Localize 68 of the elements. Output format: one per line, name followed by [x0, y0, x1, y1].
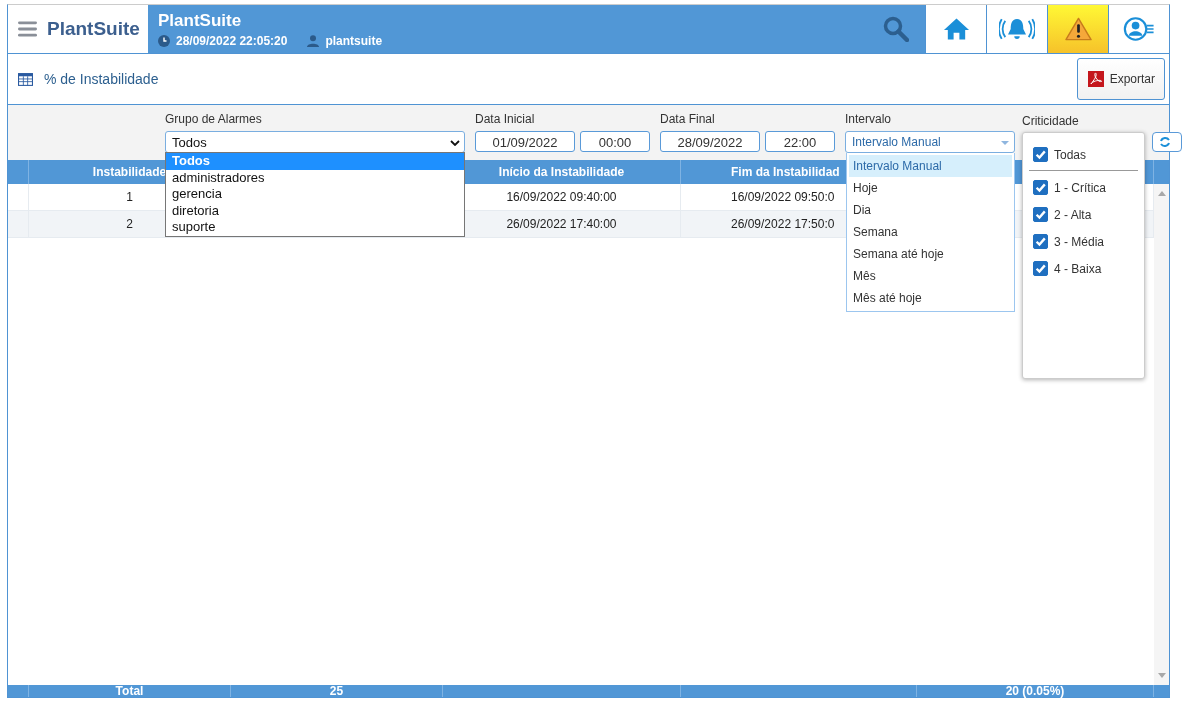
refresh-icon [1159, 136, 1171, 148]
dropdown-option[interactable]: Mês [849, 265, 1012, 287]
pdf-icon [1087, 71, 1104, 87]
search-icon[interactable] [883, 16, 909, 42]
chevron-down-icon [450, 140, 460, 146]
field-label: Criticidade [1022, 113, 1079, 128]
table-cell: 16/09/2022 09:50:0 [731, 190, 835, 204]
field-label: Data Inicial [475, 112, 536, 126]
warning-icon [1064, 17, 1092, 41]
user-icon [307, 34, 320, 47]
ringing-bell-icon [999, 17, 1035, 41]
column-header: Fim da Instabilidad [731, 165, 840, 179]
menu-icon[interactable] [18, 21, 37, 37]
user-list-icon [1121, 17, 1157, 41]
checkbox-label: 3 - Média [1054, 234, 1105, 249]
scroll-down-icon[interactable] [1157, 673, 1166, 678]
checkbox-label: 4 - Baixa [1054, 261, 1102, 276]
checkbox[interactable] [1033, 261, 1048, 276]
checkbox[interactable] [1033, 147, 1048, 162]
footer-cell: 25 [329, 685, 344, 697]
column-header: Instabilidade [92, 165, 167, 179]
table-cell: 26/09/2022 17:40:00 [506, 217, 617, 231]
caret-icon [1001, 141, 1009, 145]
field-label: Grupo de Alarmes [165, 112, 263, 126]
export-button[interactable]: Exportar [1076, 58, 1165, 100]
scroll-up-icon[interactable] [1157, 191, 1166, 196]
dropdown-option[interactable]: diretoria [166, 202, 464, 219]
home-icon [942, 17, 970, 41]
scrollbar[interactable] [1154, 184, 1169, 685]
date-field[interactable]: 28/09/2022 [660, 131, 760, 152]
checkbox-label: 2 - Alta [1054, 207, 1092, 222]
dropdown-option[interactable]: Hoje [849, 177, 1012, 199]
nav-button[interactable] [1047, 5, 1108, 53]
interval-select[interactable]: Intervalo Manual [845, 131, 1015, 153]
time-field[interactable]: 00:00 [580, 131, 650, 152]
dropdown-option[interactable]: suporte [166, 219, 464, 236]
clock-icon [158, 34, 170, 47]
dropdown-option[interactable]: gerencia [166, 186, 464, 203]
app-title: PlantSuite [158, 10, 243, 31]
table-icon [18, 72, 33, 86]
page-title: % de Instabilidade [44, 71, 160, 87]
user-name: plantsuite [325, 33, 383, 48]
footer-cell: 20 (0.05%) [1005, 685, 1065, 697]
date-field[interactable]: 01/09/2022 [475, 131, 575, 152]
app-logo: PlantSuite [47, 18, 140, 40]
date-time: 28/09/2022 22:05:20 [176, 33, 288, 48]
checkbox-label: Todas [1054, 147, 1087, 162]
checkbox[interactable] [1033, 207, 1048, 222]
dropdown-option[interactable]: Dia [849, 199, 1012, 221]
table-cell: 1 [126, 190, 133, 204]
alarm-group-select[interactable]: Todos [165, 131, 465, 153]
footer-cell: Total [115, 685, 144, 697]
table-cell: 2 [126, 217, 133, 231]
checkbox[interactable] [1033, 180, 1048, 195]
checkbox[interactable] [1033, 234, 1048, 249]
dropdown-option[interactable]: administradores [166, 169, 464, 186]
field-label: Intervalo [845, 112, 893, 126]
dropdown-option[interactable]: Semana [849, 221, 1012, 243]
field-label: Data Final [660, 112, 716, 126]
dropdown-option[interactable]: Intervalo Manual [849, 155, 1012, 177]
checkbox-label: 1 - Crítica [1054, 180, 1106, 195]
column-header: Início da Instabilidade [498, 165, 625, 179]
time-field[interactable]: 22:00 [765, 131, 835, 152]
table-cell: 16/09/2022 09:40:00 [506, 190, 617, 204]
table-cell: 26/09/2022 17:50:0 [731, 217, 835, 231]
dropdown-option[interactable]: Semana até hoje [849, 243, 1012, 265]
dropdown-option[interactable]: Mês até hoje [849, 287, 1012, 309]
refresh-button[interactable] [1152, 132, 1182, 152]
